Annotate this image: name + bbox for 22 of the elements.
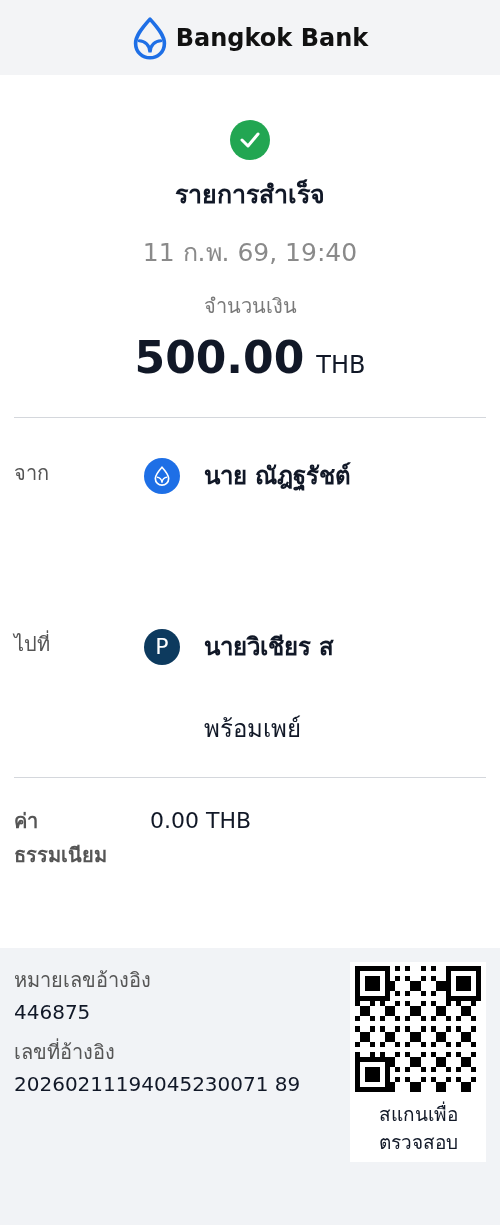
party-name: นาย ณัฎฐรัชต์ — [204, 461, 352, 493]
reference-label: หมายเลขอ้างอิง — [14, 967, 152, 994]
bank-logo-icon — [144, 458, 180, 494]
fee-label: ค่า ธรรมเนียม — [14, 808, 108, 869]
leaf-logo-icon — [131, 15, 168, 60]
qr-caption: สแกนเพื่อ ตรวจสอบ — [377, 1100, 459, 1155]
bank-name: Bangkok Bank — [175, 22, 369, 54]
check-circle-icon — [230, 120, 270, 160]
fee-value: 0.00 THB — [150, 807, 252, 835]
currency-label: THB — [316, 350, 366, 381]
party-label: ไปที่ — [14, 629, 51, 658]
party-label: จาก — [14, 460, 50, 487]
transaction-date: 11 ก.พ. 69, 19:40 — [142, 236, 358, 269]
amount-label: จำนวนเงิน — [203, 293, 297, 320]
reference-number: 20260211194045230071 89 — [14, 1071, 301, 1098]
status-title: รายการสำเร็จ — [175, 178, 325, 211]
party-name: นายวิเชียร ส — [204, 632, 335, 663]
reference-number: 446875 — [14, 999, 92, 1026]
promptpay-badge: P — [144, 629, 180, 665]
amount-value: 500.00 — [134, 331, 305, 385]
payment-service: พร้อมเพย์ — [204, 714, 302, 745]
reference-label: เลขที่อ้างอิง — [14, 1037, 116, 1066]
